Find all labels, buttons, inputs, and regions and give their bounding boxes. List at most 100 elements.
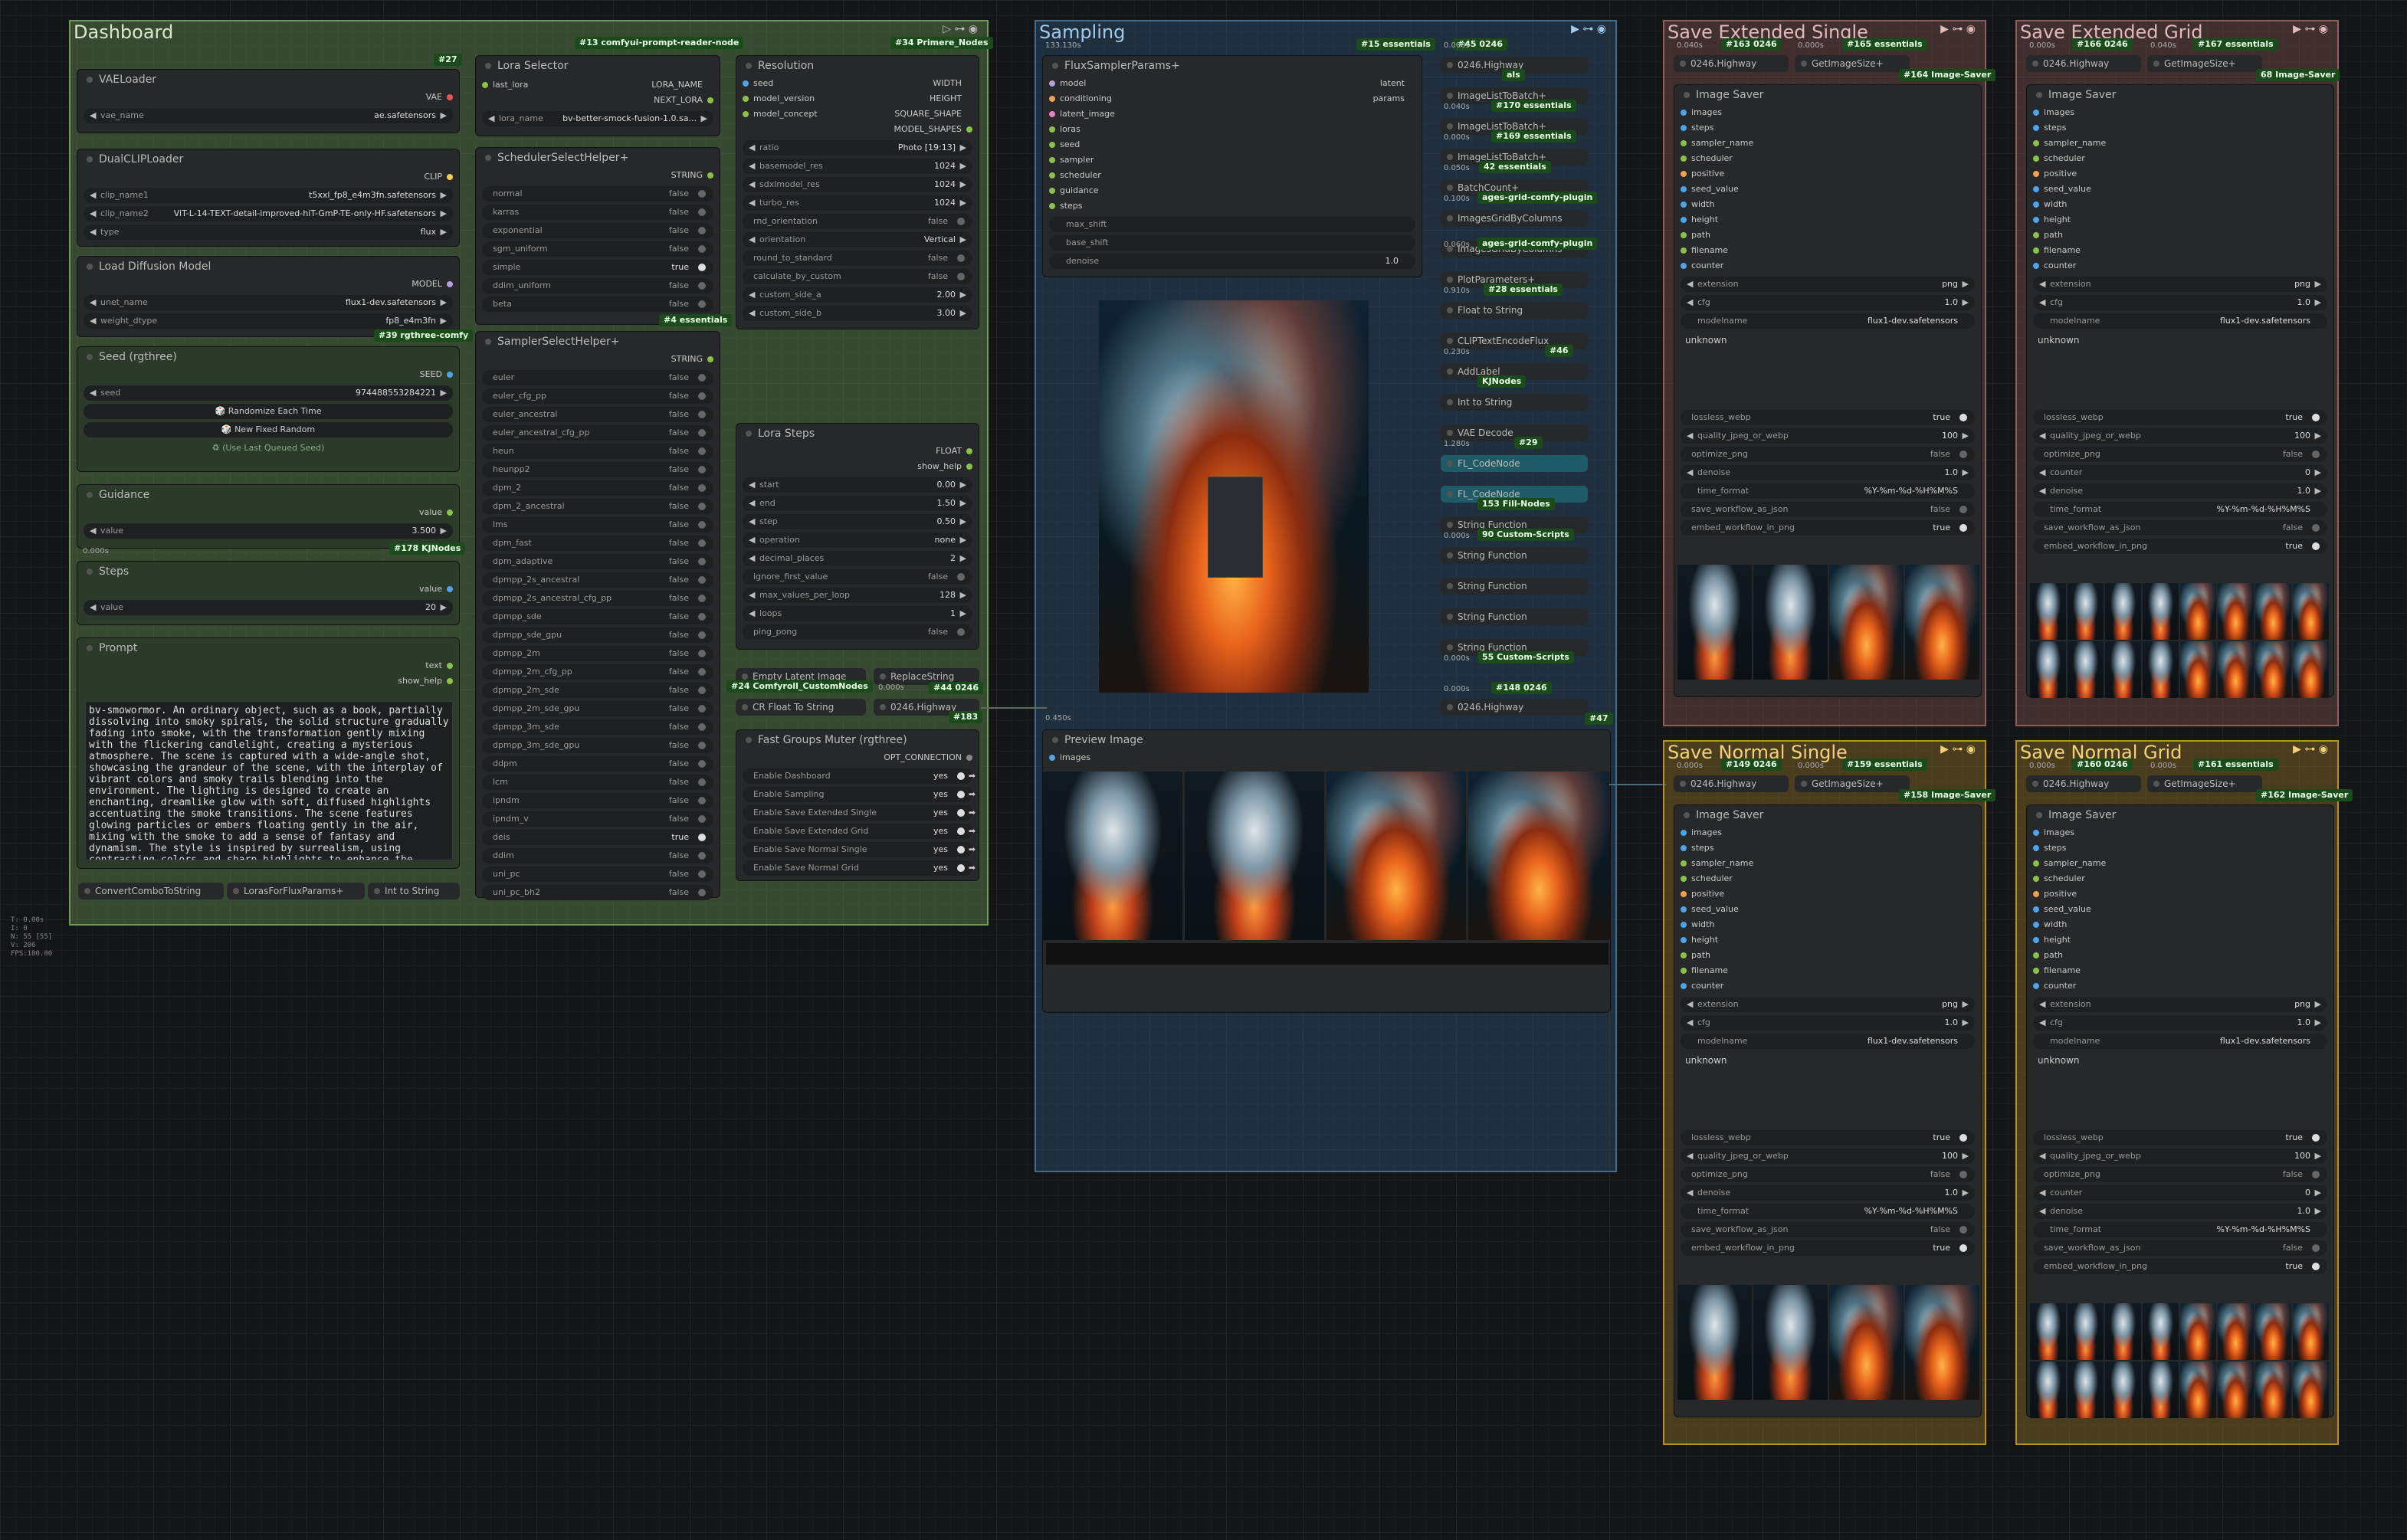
extension-combo[interactable]: ◀ extension png ▶ [2033,277,2327,292]
input-steps[interactable]: steps [1674,840,1981,856]
arrow-left-icon[interactable]: ◀ [749,532,755,548]
lossless-webp-toggle[interactable]: lossless_webp true [1681,410,1975,425]
arrow-right-icon[interactable]: ▶ [1963,1185,1969,1201]
arrow-right-icon[interactable]: ▶ [1963,295,1969,310]
optimize-png-toggle[interactable]: optimize_png false [2033,1167,2327,1182]
arrow-right-icon[interactable]: ▶ [960,232,966,247]
toggle-heun[interactable]: heun false [482,444,713,459]
unknown-widget[interactable]: unknown [2038,335,2323,404]
arrow-right-icon[interactable]: ➡ [969,768,976,784]
toggle-ipndm-v[interactable]: ipndm_v false [482,811,713,827]
node-get-image-size[interactable]: GetImageSize+ [2147,775,2262,792]
input-steps[interactable]: steps [1043,198,1422,214]
quality-widget[interactable]: ◀ quality_jpeg_or_webp 100 ▶ [1681,1148,1975,1164]
input-height[interactable]: height [1674,212,1981,228]
input-counter[interactable]: counter [2027,258,2333,274]
arrow-right-icon[interactable]: ▶ [1963,1148,1969,1164]
optimize-png-toggle[interactable]: optimize_png false [1681,447,1975,462]
widget-step[interactable]: ◀ step 0.50 ▶ [743,514,972,529]
side-node-19[interactable]: String Function [1441,608,1588,625]
node-convert-combo-to-string[interactable]: ConvertComboToString [78,883,224,899]
arrow-right-icon[interactable]: ▶ [2315,1204,2321,1219]
output-string[interactable]: STRING [476,168,720,183]
arrow-left-icon[interactable]: ◀ [1687,1185,1693,1201]
clip-name2-combo[interactable]: ◀ clip_name2 ViT-L-14-TEXT-detail-improved… [84,206,453,221]
embed-workflow-toggle[interactable]: embed_workflow_in_png true [1681,1240,1975,1256]
counter-widget[interactable]: ◀ counter 0 ▶ [2033,465,2327,480]
modelname-widget[interactable]: modelname flux1-dev.safetensors [1681,1034,1975,1049]
toggle-dpmpp-2s-ancestral[interactable]: dpmpp_2s_ancestral false [482,572,713,588]
muter-toggle-5[interactable]: Enable Save Normal Single yes ➡ [743,842,976,857]
unknown-widget[interactable]: unknown [1685,1055,1970,1124]
widget-custom-side-b[interactable]: ◀ custom_side_b 3.00 ▶ [743,306,972,321]
quality-widget[interactable]: ◀ quality_jpeg_or_webp 100 ▶ [2033,428,2327,444]
input-scheduler[interactable]: scheduler [1674,871,1981,886]
node-scheduler-select-helper[interactable]: SchedulerSelectHelper+ STRING normal fals… [475,147,720,325]
save-workflow-json-toggle[interactable]: save_workflow_as_json false [1681,1222,1975,1237]
toggle-ignore-first-value[interactable]: ignore_first_value false [743,569,972,585]
embed-workflow-toggle[interactable]: embed_workflow_in_png true [2033,1259,2327,1274]
denoise-widget[interactable]: ◀ denoise 1.0 ▶ [1681,1185,1975,1201]
input-height[interactable]: height [1674,932,1981,948]
arrow-right-icon[interactable]: ▶ [960,532,966,548]
node-dual-clip-loader[interactable]: DualCLIPLoader CLIP ◀ clip_name1 t5xxl_fp8… [77,149,460,247]
arrow-right-icon[interactable]: ➡ [969,860,976,876]
input-images[interactable]: images [2027,105,2333,120]
side-node-18[interactable]: String Function [1441,578,1588,595]
toggle-ipndm[interactable]: ipndm false [482,793,713,808]
toggle-dpmpp-2m-cfg-pp[interactable]: dpmpp_2m_cfg_pp false [482,664,713,680]
node-prompt[interactable]: Prompt text show_help bv-smowormor. An o… [77,637,460,869]
toggle-uni-pc[interactable]: uni_pc false [482,867,713,882]
arrow-right-icon[interactable]: ▶ [2315,997,2321,1012]
input-sampler[interactable]: sampler [1043,152,1422,168]
toggle-exponential[interactable]: exponential false [482,223,713,238]
input-filename[interactable]: filename [2027,963,2333,978]
arrow-right-icon[interactable]: ➡ [969,787,976,802]
arrow-right-icon[interactable]: ▶ [1963,997,1969,1012]
seed-number-widget[interactable]: ◀ seed 974488553284221 ▶ [84,385,453,401]
time-format-widget[interactable]: time_format %Y-%m-%d-%H%M%S [2033,502,2327,517]
arrow-right-icon[interactable]: ▶ [960,195,966,211]
toggle-dpmpp-2m-sde-gpu[interactable]: dpmpp_2m_sde_gpu false [482,701,713,716]
arrow-right-icon[interactable]: ▶ [960,496,966,511]
arrow-right-icon[interactable]: ▶ [1963,428,1969,444]
input-path[interactable]: path [1674,228,1981,243]
time-format-widget[interactable]: time_format %Y-%m-%d-%H%M%S [1681,483,1975,499]
input-model-concept[interactable]: model_concept SQUARE_SHAPE [736,106,979,122]
arrow-left-icon[interactable]: ◀ [749,606,755,621]
clip-type-combo[interactable]: ◀ type flux ▶ [84,224,453,240]
arrow-right-icon[interactable]: ▶ [2315,277,2321,292]
cfg-widget[interactable]: ◀ cfg 1.0 ▶ [1681,295,1975,310]
input-seed[interactable]: seed [1043,137,1422,152]
node-resolution[interactable]: Resolution seed WIDTH model_version HEIGHT… [736,55,979,329]
node-image-saver[interactable]: Image Saver images steps sampler_name schedu… [2026,84,2334,698]
use-last-queued-seed-button[interactable]: ♻ (Use Last Queued Seed) [84,441,453,456]
input-scheduler[interactable]: scheduler [2027,871,2333,886]
toggle-dpm-2[interactable]: dpm_2 false [482,480,713,496]
save-workflow-json-toggle[interactable]: save_workflow_as_json false [2033,1240,2327,1256]
arrow-right-icon[interactable]: ▶ [960,551,966,566]
output-guidance-value[interactable]: value [77,505,459,520]
toggle-karras[interactable]: karras false [482,205,713,220]
input-scheduler[interactable]: scheduler [1674,151,1981,166]
arrow-left-icon[interactable]: ◀ [749,287,755,303]
toggle-lcm[interactable]: lcm false [482,775,713,790]
toggle-ddim[interactable]: ddim false [482,848,713,863]
input-seed-value[interactable]: seed_value [1674,902,1981,917]
arrow-left-icon[interactable]: ◀ [2039,295,2045,310]
arrow-right-icon[interactable]: ▶ [2315,1015,2321,1030]
node-cr-float-to-string[interactable]: CR Float To String [736,699,866,716]
input-guidance[interactable]: guidance [1043,183,1422,198]
output-text[interactable]: text [77,658,459,673]
arrow-left-icon[interactable]: ◀ [749,140,755,156]
side-node-9[interactable]: Float to String [1441,302,1588,319]
extension-combo[interactable]: ◀ extension png ▶ [2033,997,2327,1012]
counter-widget[interactable]: ◀ counter 0 ▶ [2033,1185,2327,1201]
arrow-left-icon[interactable]: ◀ [2039,428,2045,444]
muter-toggle-6[interactable]: Enable Save Normal Grid yes ➡ [743,860,976,876]
arrow-right-icon[interactable]: ➡ [969,805,976,821]
lossless-webp-toggle[interactable]: lossless_webp true [1681,1130,1975,1145]
output-model-shapes[interactable]: MODEL_SHAPES [736,122,979,137]
output-show-help[interactable]: show_help [736,459,979,474]
toggle-dpmpp-2m-sde[interactable]: dpmpp_2m_sde false [482,683,713,698]
